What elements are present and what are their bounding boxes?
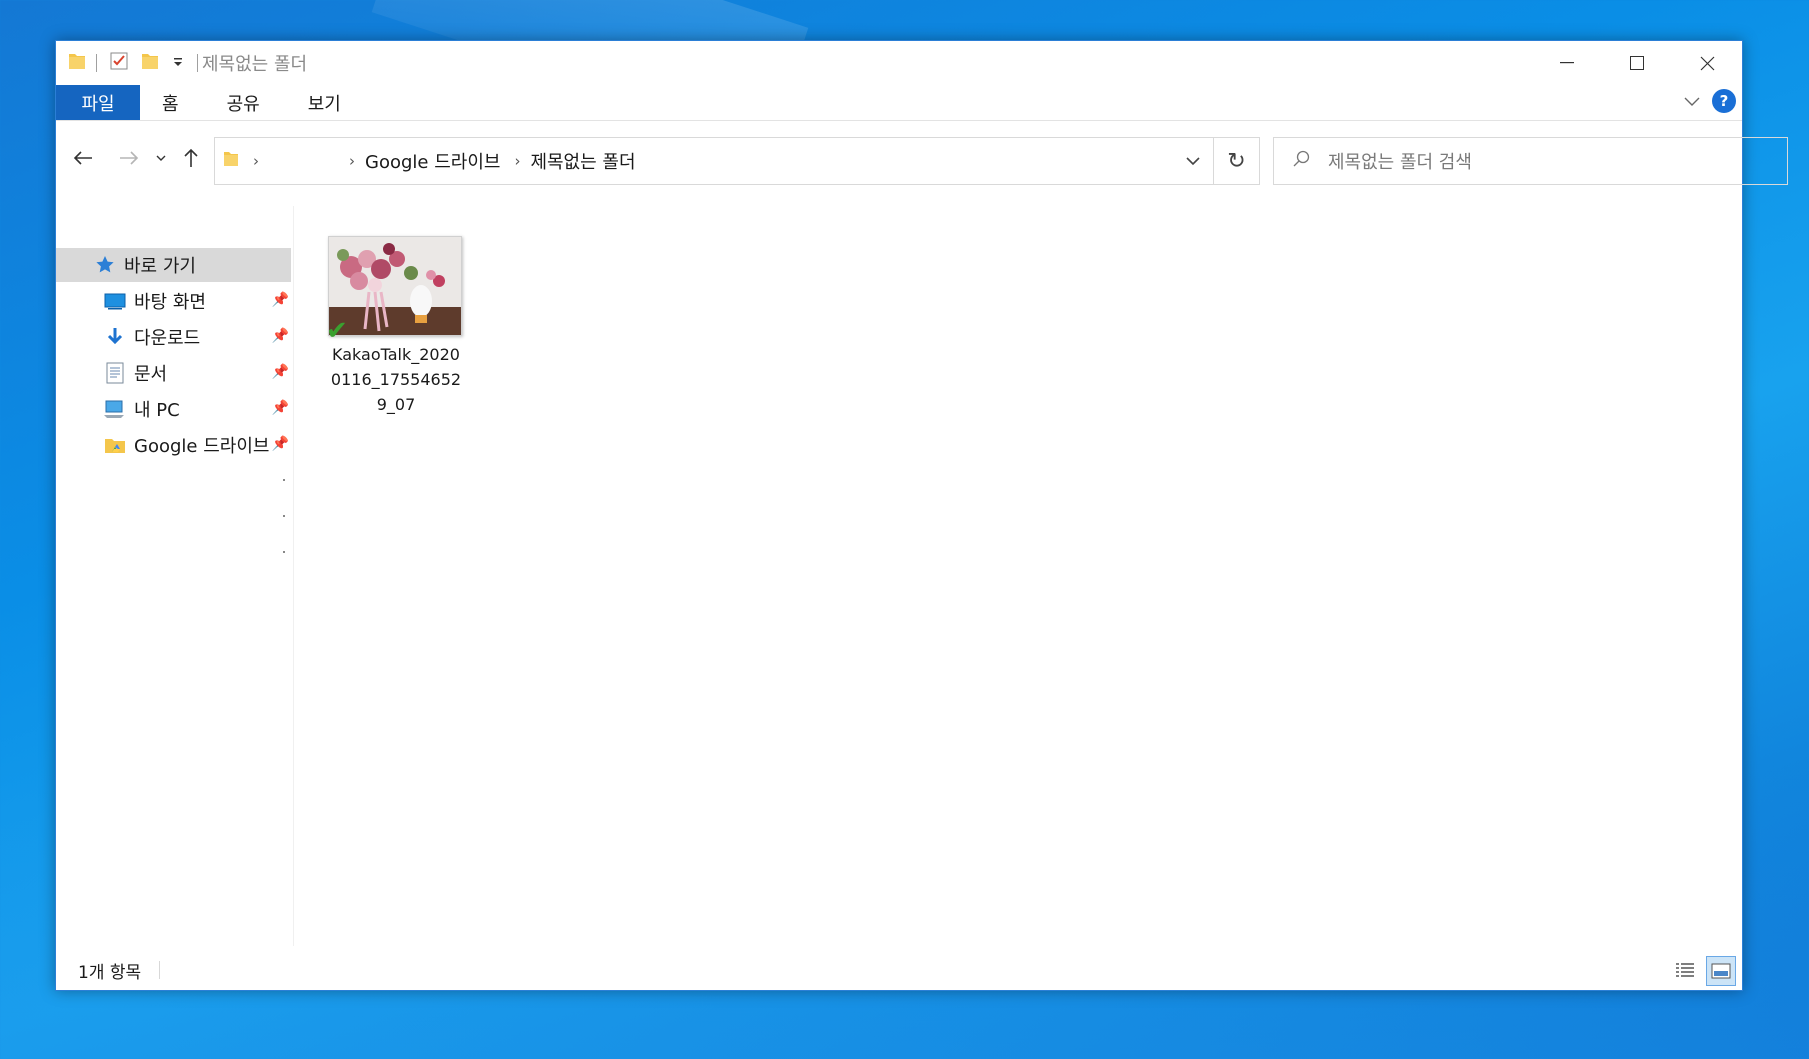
chevron-right-icon[interactable]: ›	[253, 152, 259, 170]
folder-icon	[223, 150, 239, 172]
scroll-marker	[283, 479, 285, 481]
back-button[interactable]	[68, 142, 98, 174]
window-title: 제목없는 폴더	[202, 54, 308, 75]
file-name[interactable]: KakaoTalk_20200116_175546529_07	[328, 342, 464, 417]
up-button[interactable]	[176, 142, 206, 174]
customize-toolbar-icon[interactable]	[171, 54, 185, 73]
desktop-icon	[102, 288, 128, 314]
nav-this-pc-label: 내 PC	[134, 400, 180, 421]
maximize-button[interactable]	[1602, 41, 1672, 85]
documents-icon	[102, 360, 128, 386]
download-icon	[102, 324, 128, 350]
recent-locations-button[interactable]	[152, 142, 170, 174]
pin-icon[interactable]: 📌	[272, 364, 289, 380]
tab-file[interactable]: 파일	[56, 85, 140, 120]
chevron-right-icon[interactable]: ›	[349, 152, 355, 170]
pin-icon[interactable]: 📌	[272, 328, 289, 344]
search-icon	[1292, 150, 1310, 172]
pin-icon[interactable]: 📌	[272, 292, 289, 308]
nav-desktop-label: 바탕 화면	[134, 292, 206, 313]
breadcrumb: › Google 드라이브 › 제목없는 폴더	[339, 148, 636, 174]
new-folder-icon[interactable]	[141, 51, 159, 75]
refresh-icon: ↻	[1227, 148, 1246, 174]
file-explorer-window: 제목없는 폴더 파일 홈 공유 보기 ? › › Google 드라이브 › 제…	[55, 40, 1788, 991]
nav-google-drive-label: Google 드라이브	[134, 436, 270, 457]
address-bar[interactable]: › › Google 드라이브 › 제목없는 폴더	[214, 137, 1214, 185]
title-bar: 제목없는 폴더	[56, 41, 1742, 85]
google-drive-icon	[102, 432, 128, 458]
breadcrumb-current-folder[interactable]: 제목없는 폴더	[530, 148, 635, 174]
image-thumbnail[interactable]	[328, 236, 462, 336]
pin-icon[interactable]: 📌	[272, 436, 289, 452]
quick-access-separator	[96, 54, 97, 72]
nav-quick-access[interactable]: 바로 가기	[56, 248, 291, 282]
item-count: 1개 항목	[78, 962, 142, 983]
view-switcher	[1670, 956, 1736, 986]
nav-documents[interactable]: 문서 📌	[56, 356, 291, 390]
nav-desktop[interactable]: 바탕 화면 📌	[56, 284, 291, 318]
tab-view[interactable]: 보기	[284, 85, 365, 120]
address-row: › › Google 드라이브 › 제목없는 폴더 ↻ 제목없는 폴더 검색	[56, 122, 1788, 192]
minimize-button[interactable]	[1532, 41, 1602, 85]
forward-button[interactable]	[114, 142, 144, 174]
flower-photo-thumbnail	[329, 237, 461, 335]
properties-icon[interactable]	[109, 51, 129, 75]
ribbon-right-controls: ?	[1684, 89, 1736, 113]
search-box[interactable]: 제목없는 폴더 검색	[1273, 137, 1788, 185]
file-item[interactable]: ✔ KakaoTalk_20200116_175546529_07	[326, 236, 464, 417]
nav-quick-access-label: 바로 가기	[124, 256, 196, 277]
navigation-pane: 바로 가기 바탕 화면 📌 다운로드 📌 문서 📌 내 PC 📌 Google …	[56, 206, 294, 946]
computer-icon	[102, 396, 128, 422]
large-icons-view-button[interactable]	[1706, 956, 1736, 986]
nav-downloads-label: 다운로드	[134, 328, 201, 349]
close-button[interactable]	[1672, 41, 1742, 85]
nav-google-drive[interactable]: Google 드라이브 📌	[56, 428, 291, 462]
title-separator	[197, 54, 198, 72]
search-placeholder: 제목없는 폴더 검색	[1328, 152, 1472, 173]
folder-icon	[68, 51, 86, 75]
pin-icon[interactable]: 📌	[272, 400, 289, 416]
file-list-area[interactable]: ✔ KakaoTalk_20200116_175546529_07	[296, 206, 1736, 946]
scroll-marker	[283, 551, 285, 553]
scroll-marker	[283, 515, 285, 517]
nav-this-pc[interactable]: 내 PC 📌	[56, 392, 291, 426]
ribbon-tabs: 파일 홈 공유 보기 ?	[56, 85, 1742, 121]
star-icon	[92, 252, 118, 278]
nav-documents-label: 문서	[134, 364, 168, 385]
window-controls	[1532, 41, 1742, 85]
chevron-right-icon[interactable]: ›	[514, 152, 520, 170]
details-view-button[interactable]	[1670, 956, 1700, 986]
expand-ribbon-icon[interactable]	[1684, 92, 1700, 111]
nav-downloads[interactable]: 다운로드 📌	[56, 320, 291, 354]
breadcrumb-google-drive[interactable]: Google 드라이브	[365, 148, 500, 174]
address-history-dropdown[interactable]	[1173, 138, 1213, 184]
refresh-button[interactable]: ↻	[1214, 137, 1260, 185]
sync-check-icon: ✔	[326, 316, 348, 346]
status-separator	[159, 961, 161, 979]
tab-home[interactable]: 홈	[140, 85, 203, 120]
help-icon[interactable]: ?	[1712, 89, 1736, 113]
status-bar: 1개 항목	[56, 950, 1742, 990]
tab-share[interactable]: 공유	[203, 85, 284, 120]
